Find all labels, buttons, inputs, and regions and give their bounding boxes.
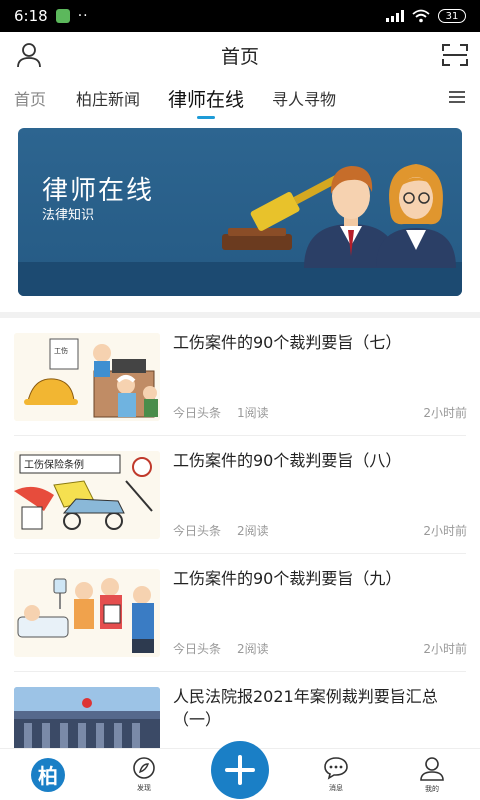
news-time: 2小时前 <box>423 642 467 656</box>
news-title: 人民法院报2021年案例裁判要旨汇总（一） <box>173 687 438 729</box>
news-reads: 2阅读 <box>237 524 269 538</box>
status-time: 6:18 <box>14 7 48 25</box>
tab-home[interactable]: 首页 <box>14 86 46 110</box>
news-time: 2小时前 <box>423 406 467 420</box>
news-reads: 2阅读 <box>237 642 269 656</box>
page-title: 首页 <box>220 45 259 68</box>
signal-icon <box>386 10 404 22</box>
nav-mine-label: 我的 <box>425 785 439 793</box>
news-source: 今日头条 <box>173 524 222 538</box>
lawyer-banner[interactable]: 律师在线 法律知识 <box>18 128 462 296</box>
top-bar: 首页 <box>0 32 480 78</box>
news-reads: 1阅读 <box>237 406 269 420</box>
news-item[interactable]: 工伤保险条例 工伤案件的90个裁判要旨（八） 今日头条 2阅读 2小时前 <box>14 436 467 554</box>
news-source: 今日头条 <box>173 642 222 656</box>
news-thumbnail <box>14 569 160 657</box>
status-bar: 6:18 ·· 31 <box>0 0 480 32</box>
nav-messages-label: 消息 <box>329 784 343 792</box>
news-source: 今日头条 <box>173 406 222 420</box>
tab-lost-and-found[interactable]: 寻人寻物 <box>272 86 336 110</box>
news-meta: 今日头条 2阅读 2小时前 <box>173 522 467 539</box>
news-meta: 今日头条 2阅读 2小时前 <box>173 640 467 657</box>
news-time: 2小时前 <box>423 524 467 538</box>
nav-home[interactable]: 柏 <box>0 749 96 800</box>
news-list: 工伤 工伤案件的90个裁判要旨（七） 今日头条 1阅读 2小时前 工伤保险条例 … <box>0 318 480 790</box>
profile-icon <box>420 757 444 781</box>
news-meta: 今日头条 1阅读 2小时前 <box>173 404 467 421</box>
tab-lawyer-online[interactable]: 律师在线 <box>168 85 244 119</box>
user-icon[interactable] <box>16 42 42 68</box>
compass-icon <box>133 757 155 779</box>
news-thumbnail: 工伤 <box>14 333 160 421</box>
scan-icon[interactable] <box>442 43 468 67</box>
plus-icon <box>225 755 255 785</box>
menu-icon[interactable] <box>448 89 466 105</box>
tab-baizhuang-news[interactable]: 柏庄新闻 <box>76 86 140 110</box>
news-title: 工伤案件的90个裁判要旨（七） <box>173 333 402 352</box>
home-logo-icon: 柏 <box>31 757 65 792</box>
wifi-icon <box>412 9 430 23</box>
status-dots: ·· <box>77 8 89 24</box>
nav-mine[interactable]: 我的 <box>384 749 480 800</box>
app-notification-icon <box>55 9 70 23</box>
publish-button[interactable] <box>211 741 269 799</box>
message-icon <box>324 757 348 780</box>
news-thumbnail: 工伤保险条例 <box>14 451 160 539</box>
news-item[interactable]: 工伤案件的90个裁判要旨（九） 今日头条 2阅读 2小时前 <box>14 554 467 672</box>
banner-illustration <box>222 164 456 268</box>
news-item[interactable]: 工伤 工伤案件的90个裁判要旨（七） 今日头条 1阅读 2小时前 <box>14 318 467 436</box>
category-tabs: 首页 柏庄新闻 律师在线 寻人寻物 <box>0 80 480 119</box>
news-title: 工伤案件的90个裁判要旨（九） <box>173 569 402 588</box>
news-title: 工伤案件的90个裁判要旨（八） <box>173 451 402 470</box>
thumb-label: 工伤 <box>54 346 68 355</box>
battery-icon: 31 <box>438 9 466 23</box>
nav-discover[interactable]: 发现 <box>96 749 192 800</box>
nav-discover-label: 发现 <box>137 784 151 792</box>
thumb-label: 工伤保险条例 <box>24 458 84 471</box>
nav-messages[interactable]: 消息 <box>288 749 384 800</box>
